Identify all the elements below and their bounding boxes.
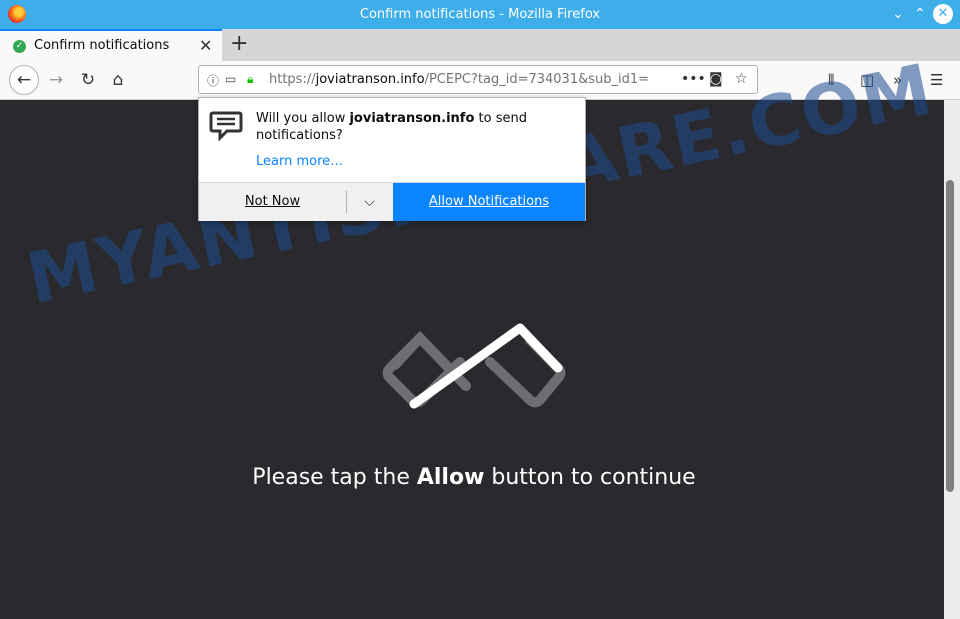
menu-icon[interactable]: ☰ — [930, 71, 943, 89]
close-tab-icon[interactable]: ✕ — [199, 36, 212, 55]
learn-more-link[interactable]: Learn more… — [256, 154, 343, 169]
window-titlebar: Confirm notifications - Mozilla Firefox … — [0, 0, 960, 29]
minimize-icon[interactable]: ⌄ — [888, 4, 908, 24]
tab-confirm-notifications[interactable]: ✓ Confirm notifications ✕ — [0, 29, 222, 61]
not-now-button[interactable]: Not Now — [199, 183, 346, 221]
url-bar[interactable]: ⓘ ▭ 🔒︎ https://joviatranson.info/PCEPC?t… — [198, 65, 758, 94]
lock-icon: 🔒︎ — [247, 72, 254, 86]
maximize-icon[interactable]: ⌃ — [910, 4, 930, 24]
back-icon[interactable]: ← — [9, 65, 39, 95]
notification-permission-popup: Will you allow joviatranson.info to send… — [198, 97, 586, 221]
chevron-down-icon[interactable]: ⌵ — [347, 183, 392, 221]
notification-chat-icon — [209, 111, 243, 142]
loader-logo-icon — [382, 323, 566, 409]
check-icon: ✓ — [13, 40, 26, 53]
notification-permission-icon[interactable]: ▭ — [225, 72, 236, 86]
popup-footer: Not Now ⌵ Allow Notifications — [199, 182, 585, 221]
allow-notifications-button[interactable]: Allow Notifications — [393, 183, 585, 221]
forward-icon[interactable]: → — [44, 68, 68, 92]
tab-strip: ✓ Confirm notifications ✕ + — [0, 29, 960, 61]
info-icon[interactable]: ⓘ — [207, 72, 219, 89]
continue-instruction: Please tap the Allow button to continue — [252, 465, 696, 490]
home-icon[interactable]: ⌂ — [106, 68, 130, 92]
new-tab-icon[interactable]: + — [230, 31, 248, 56]
reload-icon[interactable]: ↻ — [76, 68, 100, 92]
pocket-icon[interactable]: ◙ — [709, 71, 723, 87]
window-title: Confirm notifications - Mozilla Firefox — [359, 7, 601, 22]
permission-message: Will you allow joviatranson.info to send… — [256, 111, 527, 143]
tab-label: Confirm notifications — [34, 38, 170, 53]
page-actions-icon[interactable]: ••• — [681, 71, 706, 87]
close-window-icon[interactable]: ✕ — [933, 4, 953, 24]
scrollbar-thumb[interactable] — [946, 180, 954, 492]
url-text[interactable]: https://joviatranson.info/PCEPC?tag_id=7… — [269, 72, 649, 87]
